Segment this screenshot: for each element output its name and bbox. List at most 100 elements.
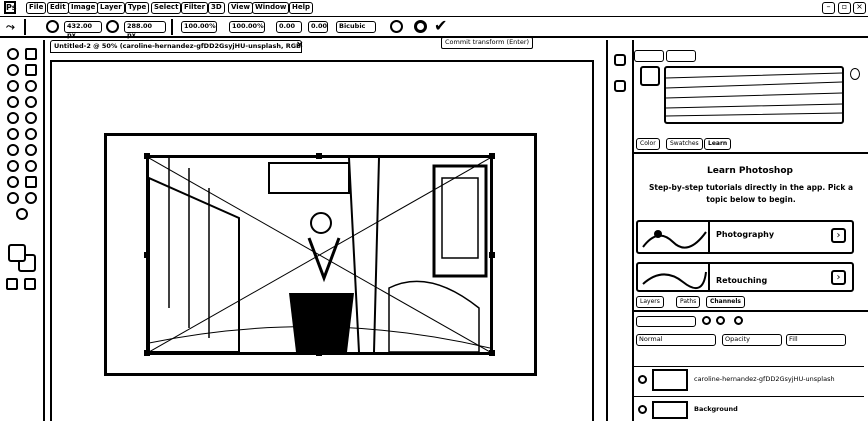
skew-field[interactable]: 0.00 — [308, 21, 328, 33]
eye-icon[interactable] — [638, 375, 647, 384]
move-icon[interactable]: ⤳ — [6, 20, 15, 34]
screen-mode-icon[interactable] — [24, 278, 36, 290]
blur-icon[interactable] — [7, 144, 19, 156]
tab-learn[interactable]: Learn — [704, 138, 732, 150]
chevron-right-icon[interactable]: › — [831, 228, 846, 243]
fg-color-chip[interactable] — [640, 66, 660, 86]
color-spectrum[interactable] — [664, 66, 844, 124]
tab-paths[interactable]: Paths — [676, 296, 701, 308]
more-tools-icon[interactable] — [16, 208, 28, 220]
reference-point-icon[interactable] — [46, 20, 59, 33]
menu-help[interactable]: Help — [289, 2, 314, 14]
layer-name[interactable]: caroline-hernandez-gfDD2GsyjHU-unsplash — [694, 375, 864, 383]
document-tab-title: Untitled-2 @ 50% (caroline-hernandez-gfD… — [54, 42, 302, 50]
transform-handle-bl[interactable] — [144, 350, 150, 356]
chevron-right-icon[interactable]: › — [831, 270, 846, 285]
photography-thumbnail — [638, 222, 710, 252]
opacity-field[interactable]: Opacity — [722, 334, 782, 346]
fill-field[interactable]: Fill — [786, 334, 846, 346]
history-brush-icon[interactable] — [25, 112, 37, 124]
maximize-icon[interactable]: ▫ — [838, 2, 851, 14]
healing-brush-icon[interactable] — [7, 96, 19, 108]
layer-thumbnail — [652, 401, 688, 419]
quick-mask-icon[interactable] — [6, 278, 18, 290]
filter-pixel-icon[interactable] — [702, 316, 711, 325]
y-field[interactable]: 288.00 px — [124, 21, 166, 39]
zoom-tool-icon[interactable] — [25, 192, 37, 204]
eyedropper-icon[interactable] — [25, 80, 37, 92]
layer-filter-select[interactable] — [636, 316, 696, 327]
layer-row-photo[interactable]: caroline-hernandez-gfDD2GsyjHU-unsplash — [634, 366, 864, 392]
topic-card-photography[interactable]: Photography › — [636, 220, 854, 254]
menu-layer[interactable]: Layer — [97, 2, 125, 14]
history-panel-icon[interactable] — [614, 54, 626, 66]
clone-stamp-icon[interactable] — [7, 112, 19, 124]
retouching-thumb-image — [642, 271, 707, 290]
w-field[interactable]: 100.00% — [181, 21, 217, 33]
layer-row-background[interactable]: Background — [634, 396, 864, 422]
h-field[interactable]: 100.00% — [229, 21, 265, 33]
menu-type[interactable]: Type — [125, 2, 150, 14]
menu-file[interactable]: File — [26, 2, 47, 14]
pen-tool-icon[interactable] — [7, 160, 19, 172]
document-close-icon[interactable]: × — [296, 40, 304, 50]
tab-channels[interactable]: Channels — [706, 296, 745, 308]
x-field[interactable]: 432.00 px — [64, 21, 102, 39]
warp-icon[interactable] — [390, 20, 403, 33]
topic-label-photography: Photography — [716, 230, 775, 239]
topic-card-retouching[interactable]: Retouching › — [636, 262, 854, 292]
document-tab[interactable]: Untitled-2 @ 50% (caroline-hernandez-gfD… — [50, 40, 302, 53]
color-scroll-icon[interactable] — [850, 68, 860, 80]
transform-handle-l[interactable] — [144, 252, 150, 258]
transform-handle-br[interactable] — [489, 350, 495, 356]
filter-adjust-icon[interactable] — [716, 316, 725, 325]
brush-tool-icon[interactable] — [25, 96, 37, 108]
close-icon[interactable]: × — [853, 2, 866, 14]
panel-dock-strip — [606, 40, 632, 421]
shape-tool-icon[interactable] — [25, 176, 37, 188]
spectrum-lines — [665, 72, 843, 117]
transform-handle-t[interactable] — [316, 153, 322, 159]
menu-view[interactable]: View — [228, 2, 253, 14]
menu-window[interactable]: Window — [252, 2, 290, 14]
eraser-icon[interactable] — [7, 128, 19, 140]
angle-field[interactable]: 0.00 — [276, 21, 302, 33]
blend-mode-select[interactable]: Normal — [636, 334, 716, 346]
transform-handle-b[interactable] — [316, 350, 322, 356]
tab-color[interactable]: Color — [636, 138, 660, 150]
divider — [171, 19, 173, 35]
transform-handle-tr[interactable] — [489, 153, 495, 159]
commit-check-icon[interactable]: ✔ — [434, 18, 450, 34]
gradient-icon[interactable] — [25, 128, 37, 140]
layer-name[interactable]: Background — [694, 405, 738, 413]
menu-filter[interactable]: Filter — [181, 2, 209, 14]
filter-type-icon[interactable] — [734, 316, 743, 325]
path-select-icon[interactable] — [7, 176, 19, 188]
move-tool-icon[interactable] — [7, 48, 19, 60]
tab-swatches[interactable]: Swatches — [666, 138, 703, 150]
eye-icon[interactable] — [638, 405, 647, 414]
dodge-icon[interactable] — [25, 144, 37, 156]
hand-tool-icon[interactable] — [7, 192, 19, 204]
marquee-tool-icon[interactable] — [25, 48, 37, 60]
foreground-color-swatch[interactable] — [8, 244, 26, 262]
menu-edit[interactable]: Edit — [47, 2, 69, 14]
delta-icon[interactable] — [106, 20, 119, 33]
panel-tab-blank-2[interactable] — [666, 50, 696, 62]
tab-layers[interactable]: Layers — [636, 296, 664, 308]
menu-select[interactable]: Select — [151, 2, 182, 14]
menu-image[interactable]: Image — [68, 2, 99, 14]
panel-tab-blank-1[interactable] — [634, 50, 664, 62]
placed-photo[interactable] — [146, 155, 493, 355]
minimize-icon[interactable]: – — [822, 2, 835, 14]
quick-select-icon[interactable] — [25, 64, 37, 76]
interpolation-select[interactable]: Bicubic — [336, 21, 376, 33]
properties-panel-icon[interactable] — [614, 80, 626, 92]
transform-handle-tl[interactable] — [144, 153, 150, 159]
lasso-tool-icon[interactable] — [7, 64, 19, 76]
transform-handle-r[interactable] — [489, 252, 495, 258]
type-tool-icon[interactable] — [25, 160, 37, 172]
cancel-icon[interactable] — [414, 20, 427, 33]
crop-tool-icon[interactable] — [7, 80, 19, 92]
menu-3d[interactable]: 3D — [208, 2, 225, 14]
